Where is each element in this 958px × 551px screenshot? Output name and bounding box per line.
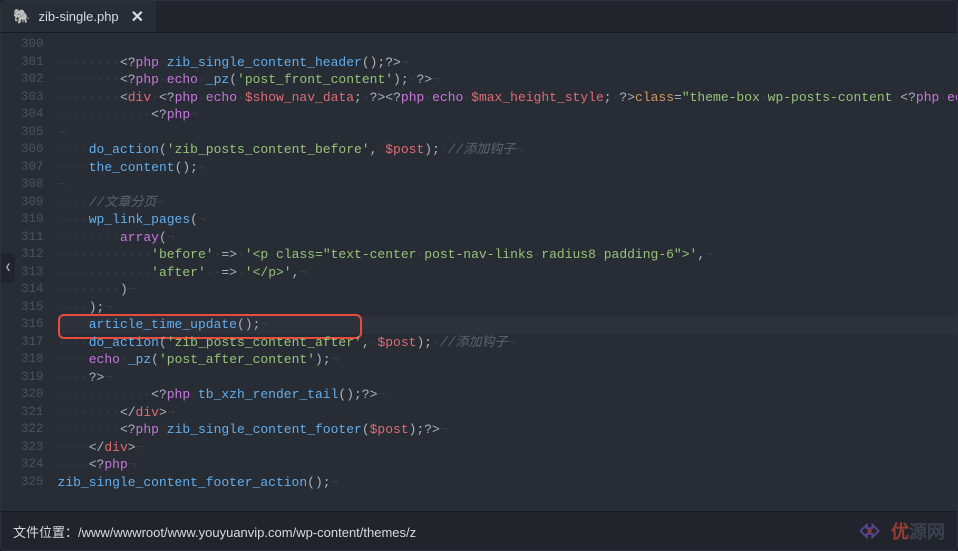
code-line[interactable]: ····article_time_update();¬ bbox=[58, 316, 957, 334]
code-line[interactable]: ········array(¬ bbox=[58, 229, 957, 247]
tab-filename: zib-single.php bbox=[38, 9, 118, 24]
code-line[interactable]: ····</div>¬ bbox=[58, 439, 957, 457]
panel-expand-handle[interactable]: ❮ bbox=[1, 253, 15, 283]
code-line[interactable]: ············<?php·tb_xzh_render_tail();?… bbox=[58, 386, 957, 404]
watermark: 优源网 bbox=[857, 518, 945, 544]
code-line[interactable]: ¬ bbox=[58, 124, 957, 142]
editor-window: 🐘 zib-single.php ✕ ❮ 300 301 302 303 304… bbox=[0, 0, 958, 551]
code-line[interactable]: ········<?php·echo·_pz('post_front_conte… bbox=[58, 71, 957, 89]
watermark-text: 优源网 bbox=[891, 518, 945, 544]
code-line[interactable]: ········<?php·zib_single_content_header(… bbox=[58, 54, 957, 72]
code-line[interactable]: ············'after'··=>·'</p>',¬ bbox=[58, 264, 957, 282]
code-line[interactable]: ····do_action('zib_posts_content_before'… bbox=[58, 141, 957, 159]
code-line[interactable] bbox=[58, 36, 957, 54]
code-line[interactable]: ············<?php¬ bbox=[58, 106, 957, 124]
modified-indicator[interactable]: ✕ bbox=[131, 7, 144, 27]
tab-file[interactable]: 🐘 zib-single.php ✕ bbox=[1, 1, 156, 32]
code-line[interactable]: ············'before'·=>·'<p·class="text-… bbox=[58, 246, 957, 264]
code-line[interactable]: ········)¬ bbox=[58, 281, 957, 299]
code-line[interactable]: ····?>¬ bbox=[58, 369, 957, 387]
code-line[interactable]: ¬ bbox=[58, 176, 957, 194]
code-line[interactable]: ········</div>¬ bbox=[58, 404, 957, 422]
editor-area[interactable]: ❮ 300 301 302 303 304 305 306 307 308 30… bbox=[1, 33, 957, 511]
code-line[interactable]: ····<?php¬ bbox=[58, 456, 957, 474]
code-line[interactable]: ····);¬ bbox=[58, 299, 957, 317]
code-line[interactable]: ····echo·_pz('post_after_content');¬ bbox=[58, 351, 957, 369]
code-line[interactable]: ····do_action('zib_posts_content_after',… bbox=[58, 334, 957, 352]
status-bar: 文件位置：/www/wwwroot/www.youyuanvip.com/wp-… bbox=[1, 511, 957, 550]
php-file-icon: 🐘 bbox=[13, 8, 30, 25]
tab-bar: 🐘 zib-single.php ✕ bbox=[1, 1, 957, 33]
code-line[interactable]: zib_single_content_footer_action();¬ bbox=[58, 474, 957, 492]
code-line[interactable]: ····//文章分页¬ bbox=[58, 194, 957, 212]
code-line[interactable]: ····the_content();¬ bbox=[58, 159, 957, 177]
code-line[interactable]: ········<div·<?php·echo·$show_nav_data;·… bbox=[58, 89, 957, 107]
code-line[interactable]: ····wp_link_pages(¬ bbox=[58, 211, 957, 229]
code-content[interactable]: ········<?php·zib_single_content_header(… bbox=[58, 33, 957, 511]
code-line[interactable]: ········<?php·zib_single_content_footer(… bbox=[58, 421, 957, 439]
file-path: 文件位置：/www/wwwroot/www.youyuanvip.com/wp-… bbox=[13, 522, 416, 541]
watermark-logo-icon bbox=[857, 521, 885, 541]
